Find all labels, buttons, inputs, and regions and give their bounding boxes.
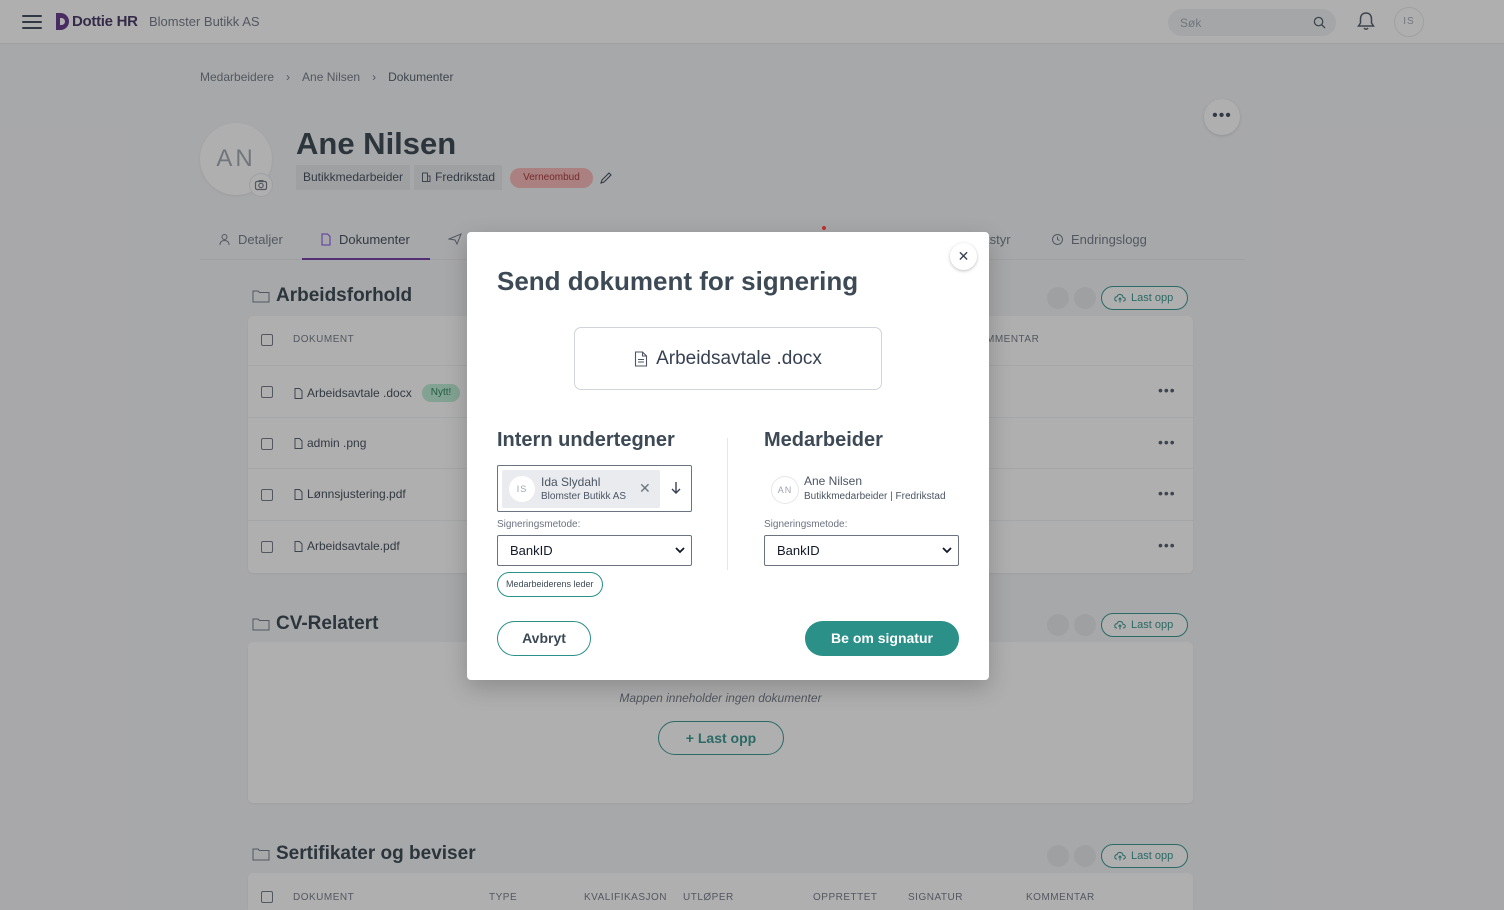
column-divider: [727, 438, 728, 570]
chevron-down-icon: [942, 547, 952, 554]
file-icon: [635, 350, 648, 367]
employee-avatar: AN: [772, 477, 798, 503]
signer-name: Ida Slydahl: [541, 475, 601, 489]
employee-name: Ane Nilsen: [804, 474, 863, 488]
remove-signer-icon[interactable]: ✕: [639, 480, 651, 497]
employee-signing-method-select[interactable]: BankID: [764, 535, 959, 566]
signer-company: Blomster Butikk AS: [541, 491, 627, 502]
signer-chip: IS Ida Slydahl Blomster Butikk AS ✕: [502, 470, 660, 508]
notification-dot: [822, 226, 826, 230]
cancel-button[interactable]: Avbryt: [497, 621, 591, 656]
employee-leader-button[interactable]: Medarbeiderens leder: [497, 572, 603, 597]
select-value: BankID: [510, 543, 553, 558]
chevron-down-icon: [675, 547, 685, 554]
file-name: Arbeidsavtale .docx: [656, 347, 822, 369]
signing-method-label: Signeringsmetode:: [764, 519, 848, 530]
internal-signing-method-select[interactable]: BankID: [497, 535, 692, 566]
request-signature-button[interactable]: Be om signatur: [805, 621, 959, 656]
internal-signer-picker[interactable]: IS Ida Slydahl Blomster Butikk AS ✕: [497, 465, 692, 512]
signer-avatar: IS: [509, 476, 535, 502]
employee-details: Butikkmedarbeider | Fredrikstad: [804, 491, 946, 502]
dialog-title: Send dokument for signering: [497, 266, 859, 296]
employee-title: Medarbeider: [764, 429, 883, 451]
send-for-signing-dialog: ✕ Send dokument for signering Arbeidsavt…: [467, 232, 989, 680]
close-button[interactable]: ✕: [950, 243, 977, 270]
internal-signer-title: Intern undertegner: [497, 429, 675, 451]
arrow-down-icon[interactable]: [670, 480, 682, 496]
signing-method-label: Signeringsmetode:: [497, 519, 581, 530]
select-value: BankID: [777, 543, 820, 558]
selected-file: Arbeidsavtale .docx: [574, 327, 882, 390]
